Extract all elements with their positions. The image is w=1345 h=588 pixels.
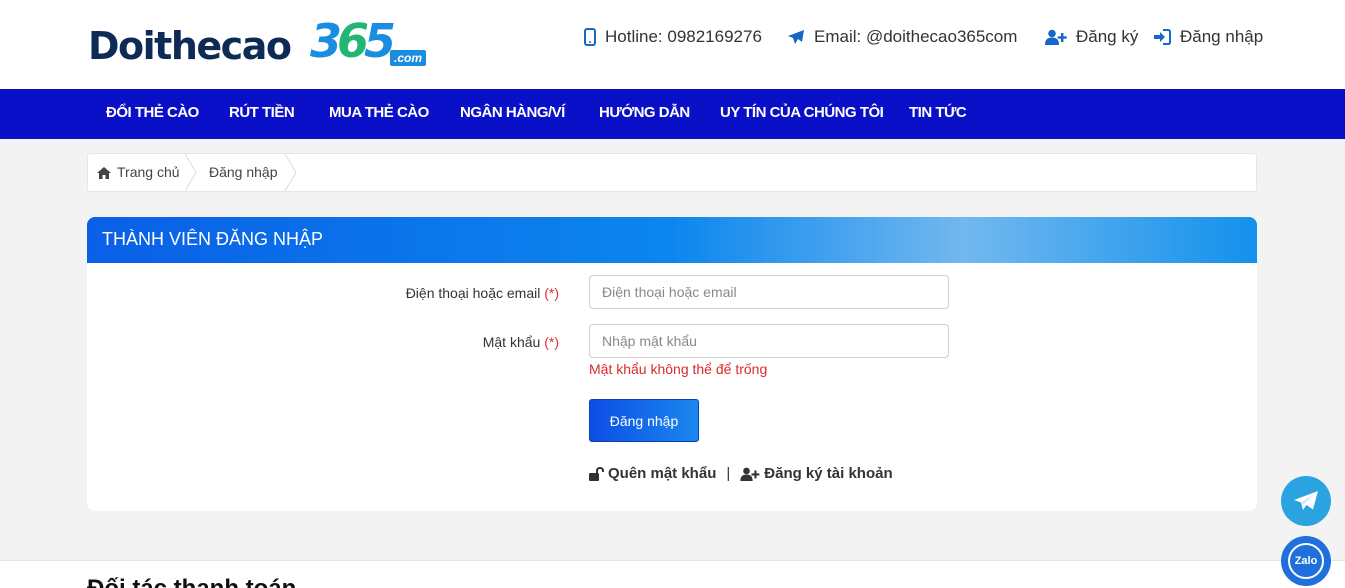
breadcrumb-separator: [285, 154, 297, 191]
nav-tin-tuc[interactable]: TIN TỨC: [909, 89, 967, 139]
account-links: Quên mật khẩu | Đăng ký tài khoản: [589, 465, 893, 482]
nav-huong-dan[interactable]: HƯỚNG DẪN: [599, 89, 690, 139]
email-contact[interactable]: Email: @doithecao365com: [787, 27, 1017, 47]
main-nav: ĐỔI THẺ CÀO RÚT TIỀN MUA THẺ CÀO NGÂN HÀ…: [0, 89, 1345, 139]
email-text: Email: @doithecao365com: [814, 27, 1018, 46]
register-account-link[interactable]: Đăng ký tài khoản: [764, 465, 892, 482]
header-login-link[interactable]: Đăng nhập: [1153, 27, 1263, 47]
nav-rut-tien[interactable]: RÚT TIỀN: [229, 89, 295, 139]
zalo-button[interactable]: Zalo: [1281, 536, 1331, 586]
breadcrumb-current: Đăng nhập: [209, 164, 278, 180]
unlock-icon: [589, 466, 604, 481]
required-mark: (*): [544, 285, 559, 301]
user-plus-icon: [740, 467, 760, 481]
sign-in-icon: [1153, 29, 1171, 45]
telegram-icon: [1294, 491, 1318, 510]
phone-icon: [584, 28, 596, 46]
hotline[interactable]: Hotline: 0982169276: [584, 27, 762, 47]
hotline-text: Hotline: 0982169276: [605, 27, 762, 46]
password-label: Mật khẩu (*): [482, 334, 559, 350]
header-register-link[interactable]: Đăng ký: [1045, 27, 1138, 47]
link-separator: |: [726, 465, 731, 482]
phone-email-label: Điện thoại hoặc email (*): [405, 285, 559, 301]
login-card: THÀNH VIÊN ĐĂNG NHẬP Điện thoại hoặc ema…: [87, 217, 1257, 511]
nav-ngan-hang-vi[interactable]: NGÂN HÀNG/VÍ: [460, 89, 565, 139]
login-card-header: THÀNH VIÊN ĐĂNG NHẬP: [87, 217, 1257, 263]
register-text: Đăng ký: [1076, 27, 1139, 46]
forgot-password-link[interactable]: Quên mật khẩu: [608, 465, 716, 482]
password-input[interactable]: [589, 324, 949, 358]
login-text: Đăng nhập: [1180, 27, 1264, 46]
telegram-button[interactable]: [1281, 476, 1331, 526]
logo-text: Doithecao: [88, 24, 292, 68]
paper-plane-icon: [787, 29, 805, 45]
home-icon: [96, 166, 112, 180]
logo-number: 365: [310, 14, 396, 68]
logo-tld: .com: [390, 50, 427, 66]
partners-section: Đối tác thanh toán: [0, 560, 1345, 588]
nav-mua-the-cao[interactable]: MUA THẺ CÀO: [329, 89, 429, 139]
breadcrumb: Trang chủ Đăng nhập: [87, 153, 1257, 192]
site-header: Doithecao 365 .com Hotline: 0982169276 E…: [0, 0, 1345, 89]
zalo-icon: Zalo: [1288, 543, 1324, 579]
password-error-message: Mật khẩu không thể để trống: [589, 361, 768, 377]
site-logo[interactable]: Doithecao 365 .com: [88, 14, 433, 70]
login-submit-button[interactable]: Đăng nhập: [589, 399, 699, 442]
nav-uy-tin[interactable]: UY TÍN CỦA CHÚNG TÔI: [720, 89, 884, 139]
breadcrumb-separator: [185, 154, 197, 191]
breadcrumb-home-label: Trang chủ: [117, 164, 180, 180]
phone-email-input[interactable]: [589, 275, 949, 309]
login-card-title: THÀNH VIÊN ĐĂNG NHẬP: [102, 229, 324, 249]
nav-doi-the-cao[interactable]: ĐỔI THẺ CÀO: [106, 89, 199, 139]
user-plus-icon: [1045, 29, 1067, 45]
partners-title: Đối tác thanh toán: [87, 575, 296, 588]
required-mark: (*): [544, 334, 559, 350]
breadcrumb-home[interactable]: Trang chủ: [96, 154, 180, 191]
